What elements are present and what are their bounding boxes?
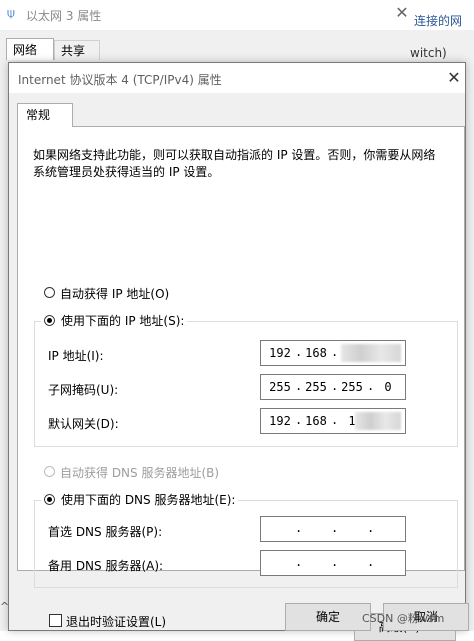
subnet-seg-3: 255 xyxy=(341,380,363,394)
ip-dot: . xyxy=(367,521,375,535)
validate-on-exit-label[interactable]: 退出时验证设置(L) xyxy=(66,613,166,630)
auto-dns-radio[interactable] xyxy=(44,466,55,477)
auto-dns-label[interactable]: 自动获得 DNS 服务器地址(B) xyxy=(60,464,219,481)
back-window-partial-text-2: witch) xyxy=(410,46,447,60)
back-window-close-icon[interactable]: ✕ xyxy=(388,0,416,26)
dialog-close-icon[interactable]: ✕ xyxy=(443,65,465,91)
ip-dot: . xyxy=(331,521,339,535)
back-tab-network[interactable]: 网络 xyxy=(6,38,54,60)
gateway-seg-2: 168 xyxy=(305,414,327,428)
alternate-dns-label: 备用 DNS 服务器(A): xyxy=(48,559,164,573)
back-window-titlebar: ⍦ 以太网 3 属性 ✕ xyxy=(0,0,474,30)
ip-dot: . xyxy=(295,555,303,569)
alternate-dns-input[interactable]: . . . xyxy=(260,550,406,576)
ip-address-seg-2: 168 xyxy=(305,346,327,360)
preferred-dns-input[interactable]: . . . xyxy=(260,516,406,542)
ip-address-input[interactable]: 192 . 168 . xyxy=(260,340,406,366)
manual-dns-radio[interactable] xyxy=(41,491,58,508)
general-tab-panel: 如果网络支持此功能，则可以获取自动指派的 IP 设置。否则，你需要从网络系统管理… xyxy=(17,126,465,641)
auto-ip-label[interactable]: 自动获得 IP 地址(O) xyxy=(60,285,169,302)
redaction-blur xyxy=(355,412,401,430)
preferred-dns-label: 首选 DNS 服务器(P): xyxy=(48,525,163,539)
ipv4-properties-dialog: Internet 协议版本 4 (TCP/IPv4) 属性 ✕ 常规 如果网络支… xyxy=(8,62,469,641)
gateway-label: 默认网关(D): xyxy=(48,417,119,431)
ok-button[interactable]: 确定 xyxy=(285,603,371,631)
auto-ip-radio[interactable] xyxy=(44,287,55,298)
network-adapter-icon: ⍦ xyxy=(7,6,15,21)
subnet-seg-2: 255 xyxy=(305,380,327,394)
tab-general[interactable]: 常规 xyxy=(17,103,73,127)
validate-on-exit-checkbox[interactable] xyxy=(49,614,62,627)
gateway-seg-1: 192 xyxy=(269,414,291,428)
description-text: 如果网络支持此功能，则可以获取自动指派的 IP 设置。否则，你需要从网络系统管理… xyxy=(33,148,436,179)
subnet-mask-label: 子网掩码(U): xyxy=(48,383,119,397)
ip-address-seg-1: 192 xyxy=(269,346,291,360)
manual-ip-radio[interactable] xyxy=(41,312,58,329)
ip-dot: . xyxy=(331,555,339,569)
ip-dot: . xyxy=(331,345,339,359)
subnet-seg-4: 0 xyxy=(384,380,392,394)
dialog-titlebar: Internet 协议版本 4 (TCP/IPv4) 属性 ✕ xyxy=(9,63,465,93)
ip-dot: . xyxy=(295,521,303,535)
subnet-seg-1: 255 xyxy=(269,380,291,394)
back-tab-sharing[interactable]: 共享 xyxy=(54,40,100,60)
csdn-watermark: CSDN @粉wsm xyxy=(362,612,445,625)
back-window-title: 以太网 3 属性 xyxy=(26,9,102,23)
manual-ip-label[interactable]: 使用下面的 IP 地址(S): xyxy=(58,312,188,329)
ip-dot: . xyxy=(367,555,375,569)
ip-address-label: IP 地址(I): xyxy=(48,349,104,363)
back-window-partial-text: 连接的网 xyxy=(414,14,463,28)
manual-dns-label[interactable]: 使用下面的 DNS 服务器地址(E): xyxy=(58,491,239,508)
redaction-blur xyxy=(341,344,401,362)
subnet-mask-input[interactable]: 255 . 255 . 255 . 0 xyxy=(260,374,406,400)
dialog-title: Internet 协议版本 4 (TCP/IPv4) 属性 xyxy=(18,73,222,87)
gateway-input[interactable]: 192 . 168 . 1 xyxy=(260,408,406,434)
